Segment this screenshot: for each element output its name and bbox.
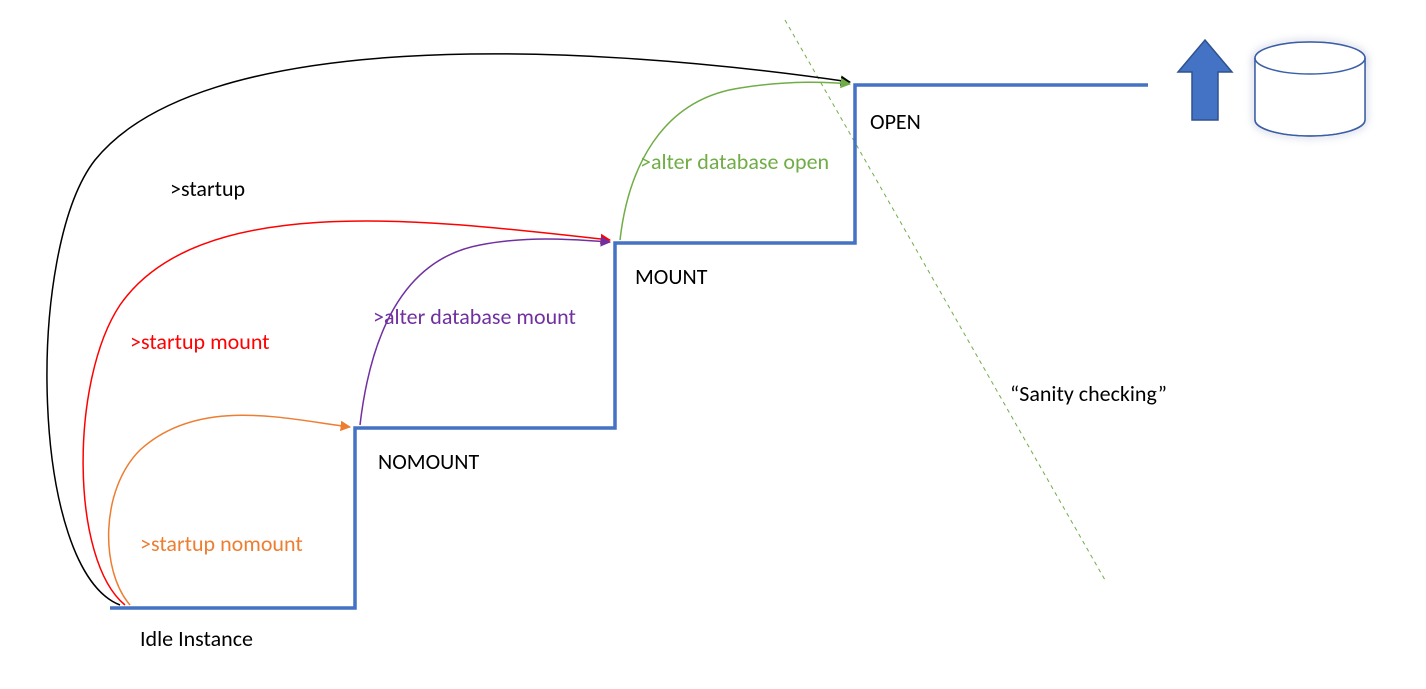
cmd-startup-mount: >startup mount	[130, 328, 270, 355]
sanity-line	[785, 20, 1105, 580]
database-icon	[1255, 42, 1365, 136]
cmd-startup: >startup	[170, 175, 245, 202]
state-nomount: NOMOUNT	[378, 448, 479, 475]
state-idle: Idle Instance	[140, 625, 253, 652]
arrow-alter-mount	[360, 239, 610, 425]
cmd-startup-nomount: >startup nomount	[140, 530, 303, 557]
up-arrow-icon	[1165, 40, 1232, 120]
cmd-alter-open: >alter database open	[640, 148, 829, 175]
sanity-note: “Sanity checking”	[1010, 380, 1167, 407]
cmd-alter-mount: >alter database mount	[373, 303, 576, 330]
state-open: OPEN	[870, 108, 921, 135]
arrow-startup-nomount	[109, 415, 350, 605]
state-mount: MOUNT	[635, 263, 707, 290]
